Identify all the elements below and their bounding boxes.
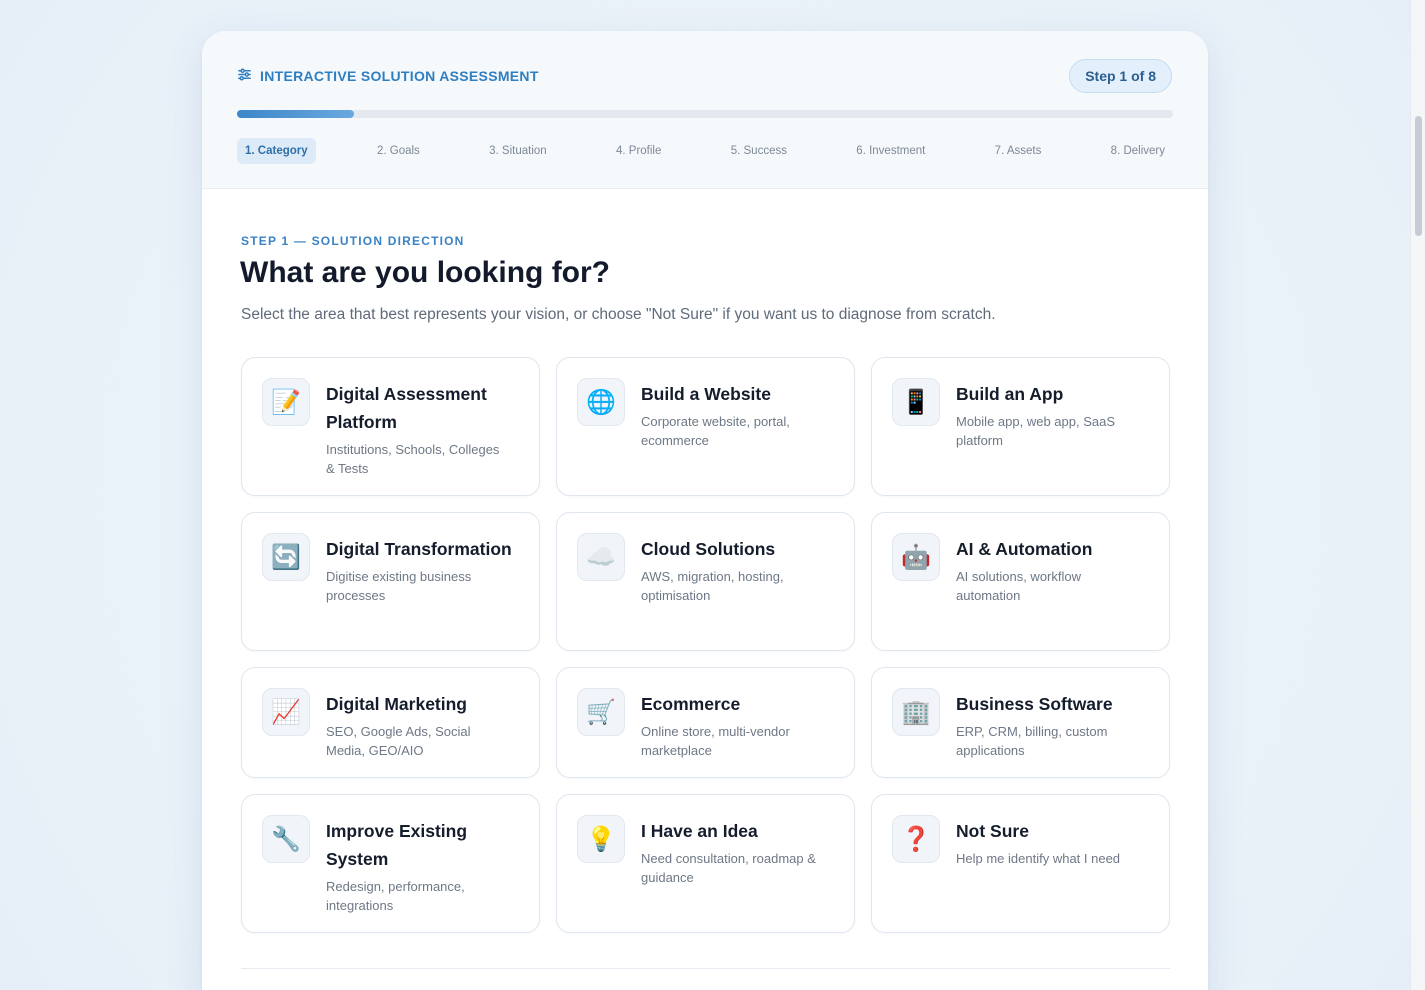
option-title: Improve Existing System [326,821,468,869]
step-tab-7[interactable]: 7. Assets [987,138,1050,164]
option-title: Cloud Solutions [641,539,776,559]
scrollbar-thumb[interactable] [1415,116,1422,236]
option-description: SEO, Google Ads, Social Media, GEO/AIO [326,724,471,758]
sliders-icon [237,67,252,85]
option-card-ecommerce[interactable]: 🛒 Ecommerce Online store, multi-vendor mar… [556,667,855,778]
option-card-ai-automation[interactable]: 🤖 AI & Automation AI solutions, workflow a… [871,512,1170,651]
option-description: AI solutions, workflow automation [956,569,1081,603]
refresh-icon: 🔄 [262,533,310,581]
wrench-icon: 🔧 [262,815,310,863]
page-title: What are you looking for? [240,256,611,289]
step-kicker: STEP 1 — SOLUTION DIRECTION [241,234,465,248]
footer-divider [241,968,1170,969]
option-card-i-have-an-idea[interactable]: 💡 I Have an Idea Need consultation, roadma… [556,794,855,933]
robot-icon: 🤖 [892,533,940,581]
option-title: Digital Assessment Platform [326,384,487,432]
option-description: Corporate website, portal, ecommerce [641,414,790,448]
option-description: Online store, multi-vendor marketplace [641,724,790,758]
option-card-not-sure[interactable]: ❓ Not Sure Help me identify what I need [871,794,1170,933]
office-building-icon: 🏢 [892,688,940,736]
option-description: Mobile app, web app, SaaS platform [956,414,1115,448]
shopping-cart-icon: 🛒 [577,688,625,736]
step-badge: Step 1 of 8 [1069,59,1172,93]
assessment-title: INTERACTIVE SOLUTION ASSESSMENT [237,67,539,85]
globe-icon: 🌐 [577,378,625,426]
page-subtitle: Select the area that best represents you… [241,306,996,323]
question-mark-icon: ❓ [892,815,940,863]
option-title: Not Sure [956,821,1029,841]
step-tab-6[interactable]: 6. Investment [848,138,933,164]
option-title: Build a Website [641,384,771,404]
option-description: Institutions, Schools, Colleges & Tests [326,442,500,476]
option-description: Redesign, performance, integrations [326,879,465,913]
chart-increasing-icon: 📈 [262,688,310,736]
step-tab-8[interactable]: 8. Delivery [1103,138,1173,164]
option-card-build-a-website[interactable]: 🌐 Build a Website Corporate website, porta… [556,357,855,496]
progress-fill [237,110,354,118]
assessment-card: INTERACTIVE SOLUTION ASSESSMENT Step 1 o… [202,31,1208,990]
step-tab-5[interactable]: 5. Success [723,138,795,164]
option-description: Need consultation, roadmap & guidance [641,851,816,885]
option-title: AI & Automation [956,539,1093,559]
option-card-business-software[interactable]: 🏢 Business Software ERP, CRM, billing, cus… [871,667,1170,778]
option-description: Help me identify what I need [956,851,1121,866]
mobile-phone-icon: 📱 [892,378,940,426]
option-card-digital-assessment-platform[interactable]: 📝 Digital Assessment Platform Institutions… [241,357,540,496]
page-scrollbar[interactable] [1410,0,1425,990]
memo-icon: 📝 [262,378,310,426]
option-title: Business Software [956,694,1113,714]
option-card-digital-marketing[interactable]: 📈 Digital Marketing SEO, Google Ads, Socia… [241,667,540,778]
cloud-icon: ☁️ [577,533,625,581]
progress-bar [237,110,1173,118]
step-tab-1[interactable]: 1. Category [237,138,316,164]
option-title: I Have an Idea [641,821,758,841]
option-card-build-an-app[interactable]: 📱 Build an App Mobile app, web app, SaaS p… [871,357,1170,496]
option-title: Digital Marketing [326,694,467,714]
option-card-cloud-solutions[interactable]: ☁️ Cloud Solutions AWS, migration, hosting… [556,512,855,651]
option-description: ERP, CRM, billing, custom applications [956,724,1108,758]
step-tab-3[interactable]: 3. Situation [481,138,555,164]
step-tabs: 1. Category 2. Goals 3. Situation 4. Profil… [237,138,1173,164]
option-description: Digitise existing business processes [326,569,472,603]
option-title: Build an App [956,384,1064,404]
option-title: Digital Transformation [326,539,512,559]
option-title: Ecommerce [641,694,741,714]
step-tab-4[interactable]: 4. Profile [608,138,669,164]
assessment-header: INTERACTIVE SOLUTION ASSESSMENT Step 1 o… [202,31,1208,189]
light-bulb-icon: 💡 [577,815,625,863]
assessment-title-text: INTERACTIVE SOLUTION ASSESSMENT [260,68,539,84]
option-card-improve-existing-system[interactable]: 🔧 Improve Existing System Redesign, perfor… [241,794,540,933]
option-description: AWS, migration, hosting, optimisation [641,569,784,603]
step-tab-2[interactable]: 2. Goals [369,138,428,164]
option-card-digital-transformation[interactable]: 🔄 Digital Transformation Digitise existing… [241,512,540,651]
